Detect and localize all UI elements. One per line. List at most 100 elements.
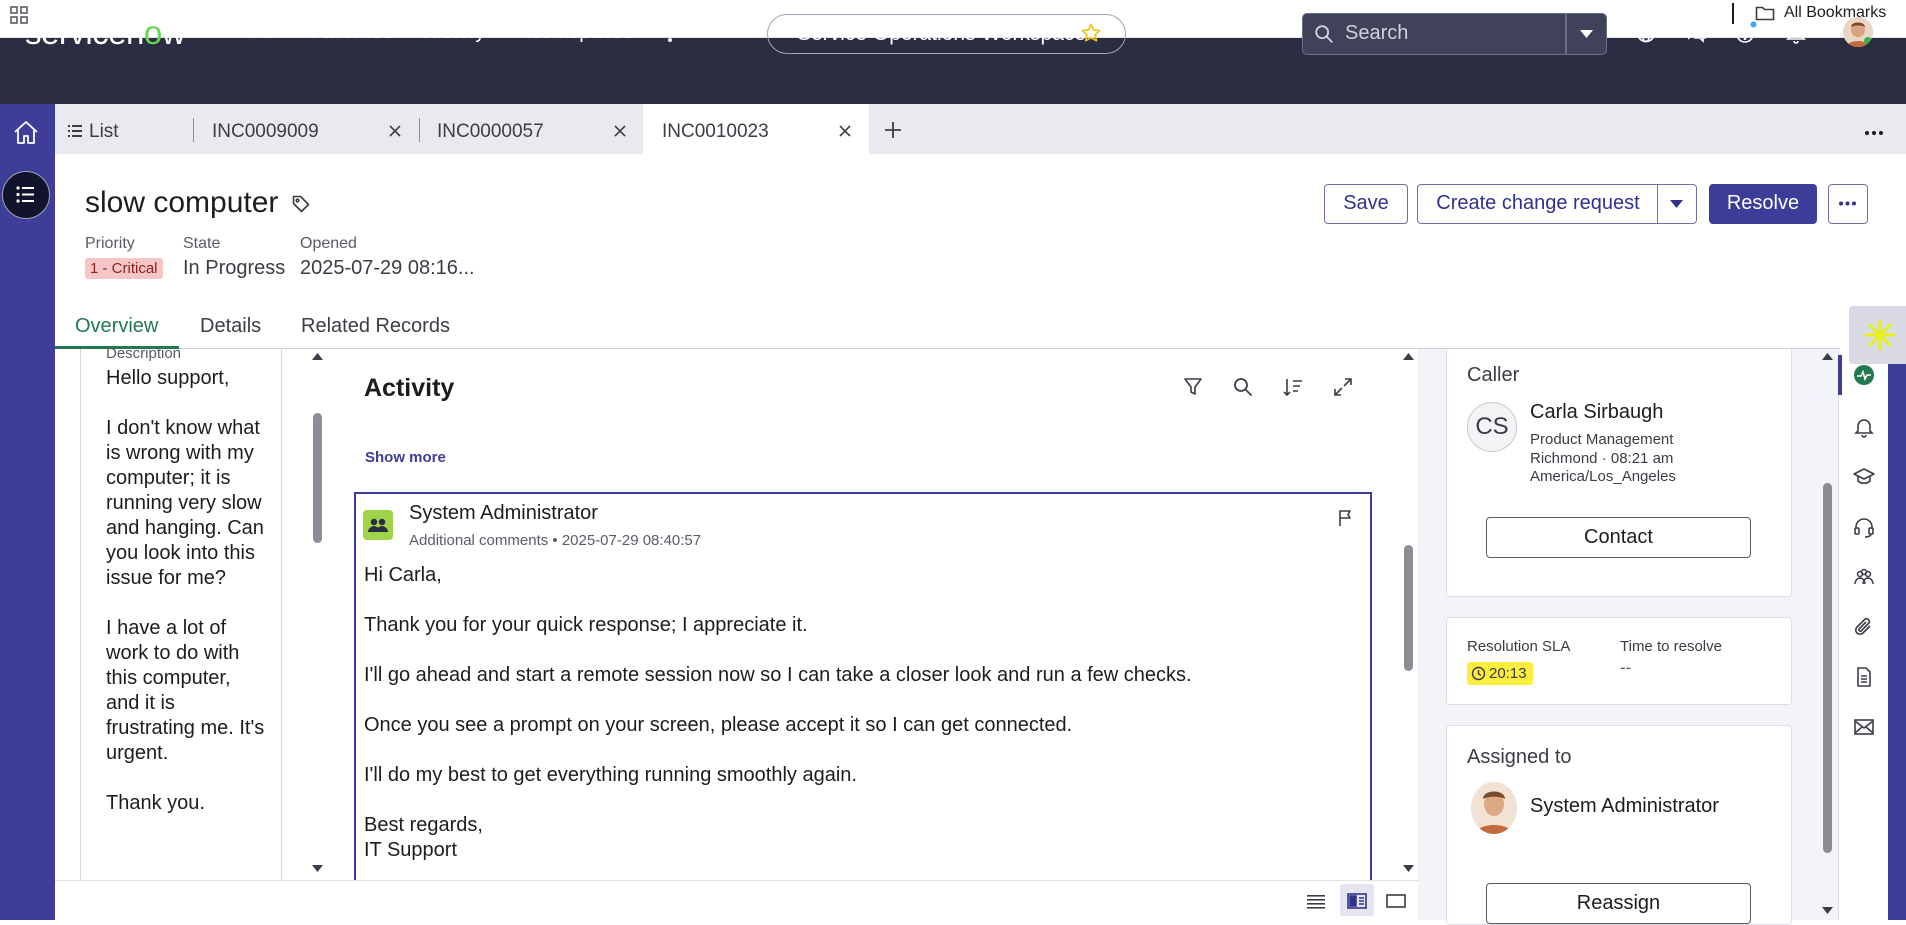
help-icon[interactable]: [1734, 21, 1758, 45]
tab-separator: [419, 118, 420, 142]
star-icon[interactable]: [1080, 22, 1102, 44]
more-actions-button[interactable]: [1828, 184, 1868, 224]
priority-label: Priority: [85, 235, 135, 252]
show-more-link[interactable]: Show more: [365, 449, 446, 466]
nav-workspaces[interactable]: Workspaces: [523, 21, 633, 44]
create-change-request-button[interactable]: Create change request: [1417, 184, 1659, 224]
caller-name[interactable]: Carla Sirbaugh: [1530, 401, 1663, 424]
resolution-sla-badge: 20:13: [1467, 662, 1533, 685]
all-bookmarks-link[interactable]: All Bookmarks: [1784, 4, 1886, 22]
scroll-down-icon[interactable]: [1821, 906, 1834, 915]
scroll-up-icon[interactable]: [1402, 352, 1415, 361]
rail-active-indicator: [1838, 355, 1842, 395]
priority-badge: 1 - Critical: [85, 258, 163, 279]
time-to-resolve-value: --: [1620, 658, 1632, 677]
tab-details[interactable]: Details: [200, 315, 261, 338]
scroll-up-icon[interactable]: [1821, 352, 1834, 361]
close-icon[interactable]: [388, 124, 402, 138]
close-icon[interactable]: [613, 124, 627, 138]
close-icon[interactable]: [838, 124, 852, 138]
sla-card: [1446, 617, 1792, 705]
caller-department: Product Management: [1530, 431, 1674, 448]
opened-value: 2025-07-29 08:16...: [300, 257, 475, 279]
global-search-input[interactable]: [1302, 13, 1566, 55]
assignee-name[interactable]: System Administrator: [1530, 795, 1719, 818]
tab-strip: [55, 104, 1906, 154]
resolve-button[interactable]: Resolve: [1709, 184, 1817, 224]
list-view-icon[interactable]: [1306, 892, 1326, 910]
group-avatar-icon: [363, 510, 393, 540]
right-edge-strip: [1888, 349, 1906, 920]
activity-author: System Administrator: [409, 502, 598, 524]
tab-list[interactable]: List: [89, 121, 119, 143]
scroll-down-icon[interactable]: [311, 864, 324, 873]
scroll-down-icon[interactable]: [1402, 864, 1415, 873]
side-panel-scrollbar[interactable]: [1823, 483, 1832, 853]
caller-location-time: Richmond · 08:21 am: [1530, 450, 1674, 467]
folder-icon[interactable]: [1755, 4, 1775, 22]
graduation-cap-icon[interactable]: [1853, 466, 1875, 488]
description-scrollbar[interactable]: [313, 413, 322, 543]
caller-heading: Caller: [1467, 364, 1520, 386]
reassign-button[interactable]: Reassign: [1486, 883, 1751, 924]
clock-icon: [1471, 666, 1486, 681]
more-vertical-icon[interactable]: [662, 21, 678, 45]
single-view-icon[interactable]: [1386, 892, 1406, 910]
resolution-sla-value: 20:13: [1489, 665, 1527, 682]
assignee-avatar[interactable]: [1471, 782, 1517, 834]
nav-history[interactable]: History: [423, 21, 485, 44]
bell-icon[interactable]: [1853, 416, 1875, 438]
headset-icon[interactable]: [1853, 516, 1875, 538]
tab-inc0010023[interactable]: INC0010023: [662, 121, 769, 143]
expand-icon[interactable]: [1332, 376, 1354, 398]
tab-inc0000057[interactable]: INC0000057: [437, 121, 544, 143]
workspace-title[interactable]: Service Operations Workspace: [797, 22, 1086, 46]
paperclip-icon[interactable]: [1853, 616, 1875, 638]
chat-icon[interactable]: [1684, 21, 1708, 45]
activity-icon[interactable]: [1853, 364, 1875, 386]
people-icon[interactable]: [1853, 566, 1875, 588]
caller-timezone: America/Los_Angeles: [1530, 468, 1676, 485]
sort-icon[interactable]: [1282, 376, 1304, 398]
flag-icon[interactable]: [1338, 509, 1354, 527]
tag-icon[interactable]: [291, 194, 311, 214]
time-to-resolve-label: Time to resolve: [1620, 638, 1722, 655]
tab-overview[interactable]: Overview: [75, 315, 158, 338]
scroll-up-icon[interactable]: [311, 352, 324, 361]
list-menu-icon[interactable]: [2, 171, 50, 219]
state-value: In Progress: [183, 257, 286, 279]
user-avatar[interactable]: [1843, 17, 1873, 47]
globe-icon[interactable]: [1634, 21, 1658, 45]
list-icon: [68, 125, 82, 137]
search-icon: [1313, 23, 1335, 45]
nav-all[interactable]: All: [252, 21, 274, 44]
activity-scrollbar[interactable]: [1404, 545, 1413, 671]
filter-icon[interactable]: [1182, 376, 1204, 398]
new-tab-plus-icon[interactable]: [884, 121, 902, 139]
tab-related-records[interactable]: Related Records: [301, 315, 450, 338]
search-icon[interactable]: [1232, 376, 1254, 398]
activity-title: Activity: [364, 374, 455, 402]
save-button[interactable]: Save: [1324, 184, 1408, 224]
description-text: Hello support, I don't know what is wron…: [106, 367, 265, 814]
description-label: Description: [106, 345, 182, 362]
document-icon[interactable]: [1853, 666, 1875, 688]
tab-inc0009009[interactable]: INC0009009: [212, 121, 319, 143]
change-request-dropdown-button[interactable]: [1657, 184, 1697, 224]
more-horizontal-icon[interactable]: [1864, 130, 1884, 136]
opened-label: Opened: [300, 235, 357, 252]
search-scope-dropdown[interactable]: [1566, 13, 1607, 55]
notifications-bell-icon[interactable]: [1784, 21, 1808, 45]
home-icon[interactable]: [11, 118, 41, 148]
email-icon[interactable]: [1853, 716, 1875, 738]
activity-meta: Additional comments • 2025-07-29 08:40:5…: [409, 532, 702, 549]
caller-avatar[interactable]: CS: [1467, 402, 1517, 452]
nav-favorites[interactable]: Favorites: [310, 21, 392, 44]
split-view-icon[interactable]: [1347, 892, 1367, 910]
left-rail: [0, 104, 55, 920]
assigned-to-heading: Assigned to: [1467, 746, 1572, 768]
servicenow-logo[interactable]: servicenow: [25, 14, 186, 52]
now-assist-icon[interactable]: [1849, 306, 1906, 364]
contact-button[interactable]: Contact: [1486, 517, 1751, 558]
record-title: slow computer: [85, 186, 279, 219]
